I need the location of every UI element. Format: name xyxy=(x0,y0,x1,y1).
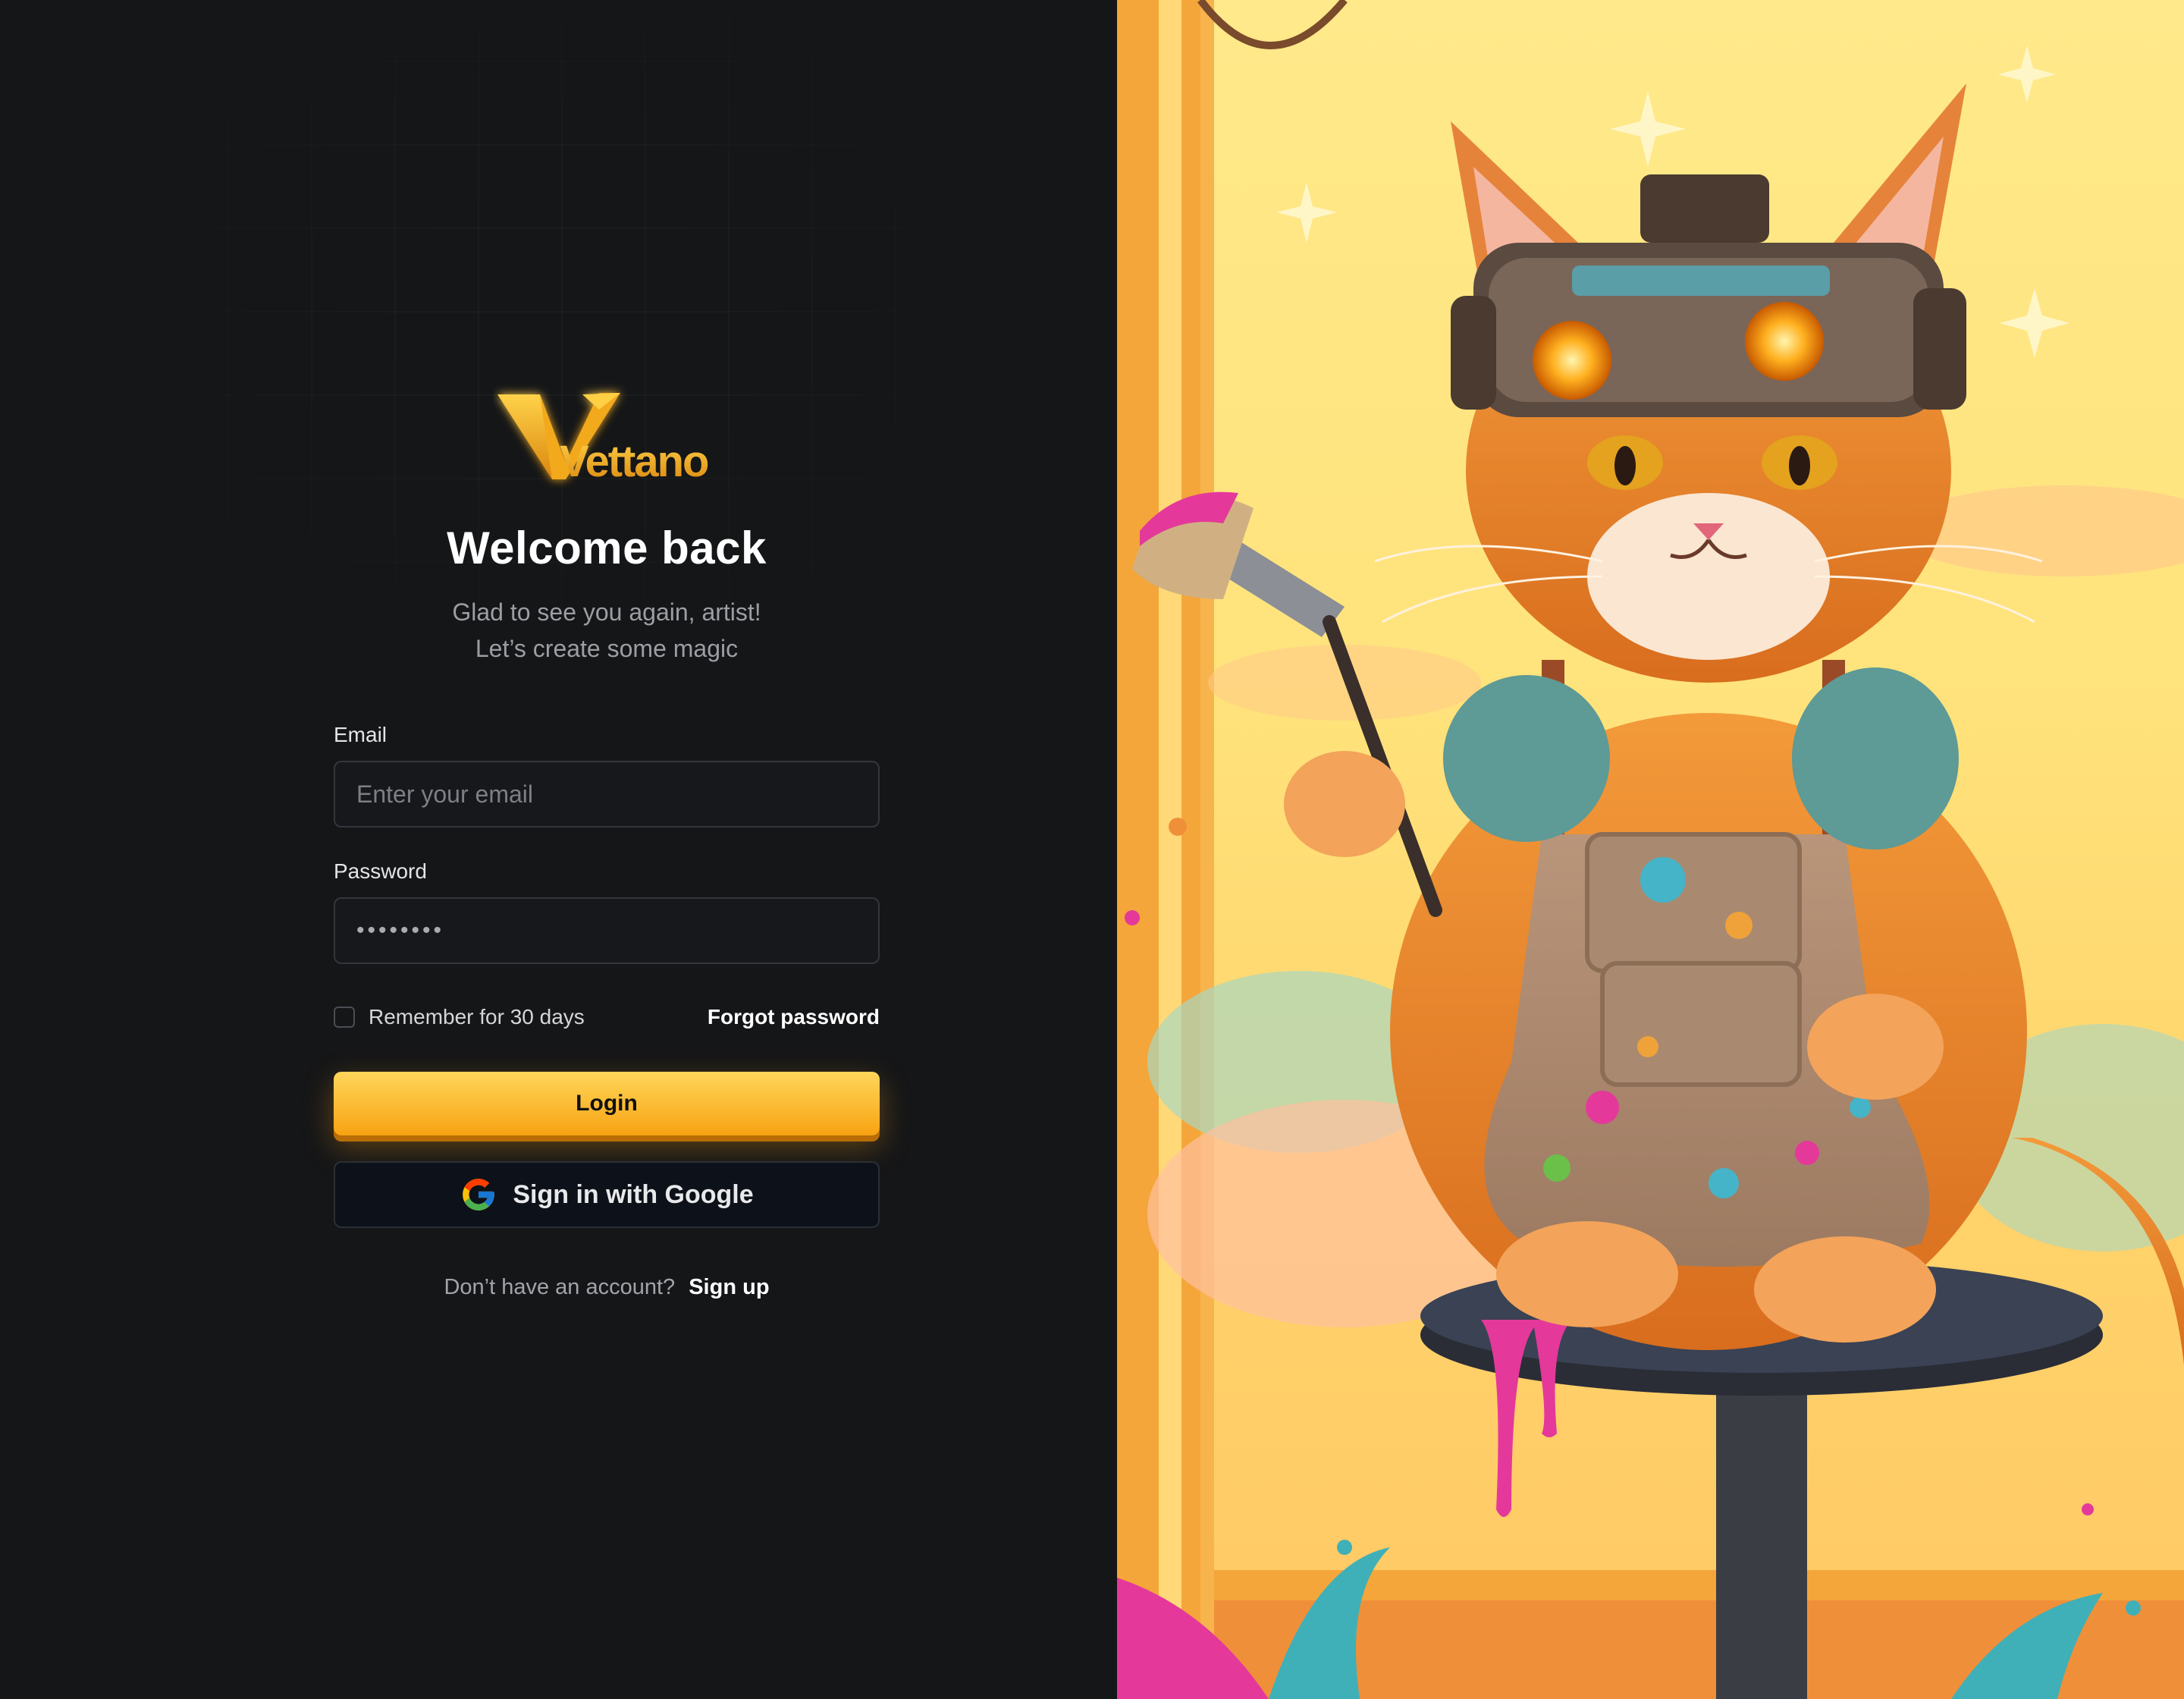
password-label: Password xyxy=(334,859,427,883)
login-button[interactable]: Login xyxy=(334,1072,880,1135)
forgot-password-link[interactable]: Forgot password xyxy=(708,1005,880,1029)
subtitle-line-1: Glad to see you again, artist! xyxy=(452,598,761,626)
email-label: Email xyxy=(334,723,388,746)
login-panel: Vettano Welcome back Glad to see you aga… xyxy=(0,0,1117,1699)
google-signin-button[interactable]: Sign in with Google xyxy=(334,1161,880,1228)
cat-painter-illustration xyxy=(1117,0,2184,1699)
page-title: Welcome back xyxy=(447,523,767,573)
password-value: •••••••• xyxy=(356,918,445,943)
svg-text:Vettano: Vettano xyxy=(560,437,708,486)
checkbox-unchecked-icon[interactable] xyxy=(334,1007,355,1028)
remember-checkbox-group[interactable]: Remember for 30 days xyxy=(334,1005,585,1029)
login-page: Vettano Welcome back Glad to see you aga… xyxy=(0,0,2184,1699)
google-button-label: Sign in with Google xyxy=(513,1179,754,1209)
vettano-logo-icon: Vettano xyxy=(497,393,710,486)
signup-prompt: Don’t have an account? xyxy=(444,1275,676,1299)
subtitle-line-2: Let’s create some magic xyxy=(475,635,739,662)
subtitle: Glad to see you again, artist! Let’s cre… xyxy=(334,594,880,667)
signup-link[interactable]: Sign up xyxy=(689,1275,769,1299)
login-button-label: Login xyxy=(576,1091,638,1116)
brand-logo: Vettano xyxy=(334,379,880,493)
email-placeholder: Enter your email xyxy=(356,780,533,808)
password-input[interactable]: •••••••• xyxy=(334,897,880,964)
email-input[interactable]: Enter your email xyxy=(334,761,880,828)
remember-row: Remember for 30 days Forgot password xyxy=(334,1002,880,1032)
login-form: Vettano Welcome back Glad to see you aga… xyxy=(334,379,880,1300)
google-logo-icon xyxy=(463,1179,495,1211)
hero-illustration xyxy=(1117,0,2184,1699)
remember-label[interactable]: Remember for 30 days xyxy=(369,1005,585,1029)
signup-row: Don’t have an account? Sign up xyxy=(334,1275,880,1300)
